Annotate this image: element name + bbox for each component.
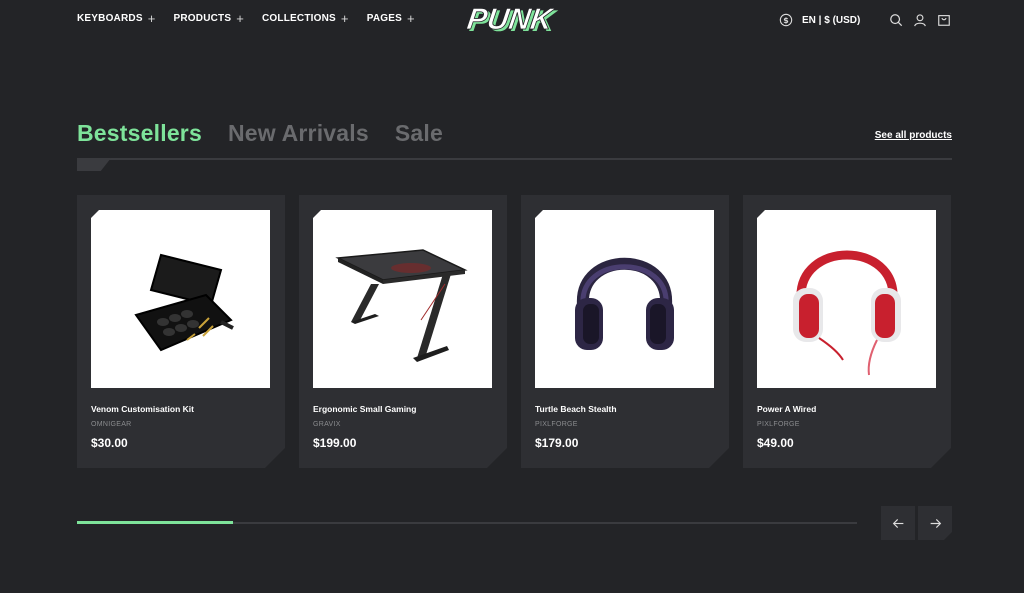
plus-icon: + <box>340 10 349 26</box>
gaming-desk-icon <box>313 210 492 388</box>
header-icons <box>888 12 952 28</box>
product-price: $179.00 <box>535 436 579 450</box>
product-card[interactable]: Venom Customisation Kit OMNIGEAR $30.00 <box>77 195 285 468</box>
user-icon[interactable] <box>912 12 928 28</box>
site-header: KEYBOARDS + PRODUCTS + COLLECTIONS + PAG… <box>0 0 1024 40</box>
carousel-next-button[interactable] <box>918 506 952 540</box>
search-icon[interactable] <box>888 12 904 28</box>
product-image-headset-red[interactable] <box>757 210 936 388</box>
carousel-scrollbar-thumb[interactable] <box>77 521 233 524</box>
currency-selector[interactable]: $ EN | $ (USD) <box>778 12 860 28</box>
section-divider <box>77 158 952 160</box>
site-logo[interactable]: PUNK PUNK <box>458 3 570 38</box>
main-nav: KEYBOARDS + PRODUCTS + COLLECTIONS + PAG… <box>77 10 415 26</box>
product-card[interactable]: Turtle Beach Stealth PIXLFORGE $179.00 <box>521 195 729 468</box>
arrow-left-icon <box>892 518 903 528</box>
tab-bestsellers[interactable]: Bestsellers <box>77 120 202 147</box>
product-card[interactable]: Power A Wired PIXLFORGE $49.00 <box>743 195 951 468</box>
product-brand: PIXLFORGE <box>757 421 800 428</box>
arrow-right-icon <box>929 517 942 530</box>
plus-icon: + <box>406 10 415 26</box>
cart-icon[interactable] <box>936 12 952 28</box>
product-carousel: Venom Customisation Kit OMNIGEAR $30.00 … <box>77 195 951 468</box>
headset-icon <box>535 210 714 388</box>
tab-new-arrivals[interactable]: New Arrivals <box>228 120 369 147</box>
product-image-desk[interactable] <box>313 210 492 388</box>
nav-pages[interactable]: PAGES + <box>366 10 415 26</box>
plus-icon: + <box>147 10 156 26</box>
dollar-icon: $ <box>778 12 794 28</box>
tool-case-icon <box>91 210 270 388</box>
product-brand: GRAVIX <box>313 421 341 428</box>
carousel-prev-button[interactable] <box>881 506 915 540</box>
product-tabs: Bestsellers New Arrivals Sale <box>77 120 443 147</box>
nav-pages-label: PAGES <box>366 13 402 24</box>
product-name[interactable]: Ergonomic Small Gaming <box>313 404 416 414</box>
product-price: $49.00 <box>757 436 794 450</box>
nav-collections[interactable]: COLLECTIONS + <box>262 10 349 26</box>
product-card[interactable]: Ergonomic Small Gaming GRAVIX $199.00 <box>299 195 507 468</box>
punk-logo-icon: PUNK PUNK <box>464 3 559 38</box>
nav-collections-label: COLLECTIONS <box>262 13 336 24</box>
product-price: $30.00 <box>91 436 128 450</box>
svg-text:$: $ <box>783 16 788 25</box>
product-brand: PIXLFORGE <box>535 421 578 428</box>
nav-keyboards[interactable]: KEYBOARDS + <box>77 10 156 26</box>
nav-keyboards-label: KEYBOARDS <box>77 13 143 24</box>
logo-text: PUNK <box>465 3 557 36</box>
see-all-products-link[interactable]: See all products <box>875 130 952 141</box>
divider-notch <box>77 158 111 171</box>
product-name[interactable]: Power A Wired <box>757 404 816 414</box>
product-image-headset-purple[interactable] <box>535 210 714 388</box>
product-brand: OMNIGEAR <box>91 421 132 428</box>
nav-products[interactable]: PRODUCTS + <box>173 10 245 26</box>
product-image-case[interactable] <box>91 210 270 388</box>
headset-icon <box>757 210 936 388</box>
nav-products-label: PRODUCTS <box>173 13 232 24</box>
product-price: $199.00 <box>313 436 357 450</box>
tab-sale[interactable]: Sale <box>395 120 443 147</box>
currency-label: EN | $ (USD) <box>802 14 861 26</box>
plus-icon: + <box>236 10 245 26</box>
product-name[interactable]: Venom Customisation Kit <box>91 404 194 414</box>
header-tools: $ EN | $ (USD) <box>778 12 860 28</box>
product-name[interactable]: Turtle Beach Stealth <box>535 404 617 414</box>
